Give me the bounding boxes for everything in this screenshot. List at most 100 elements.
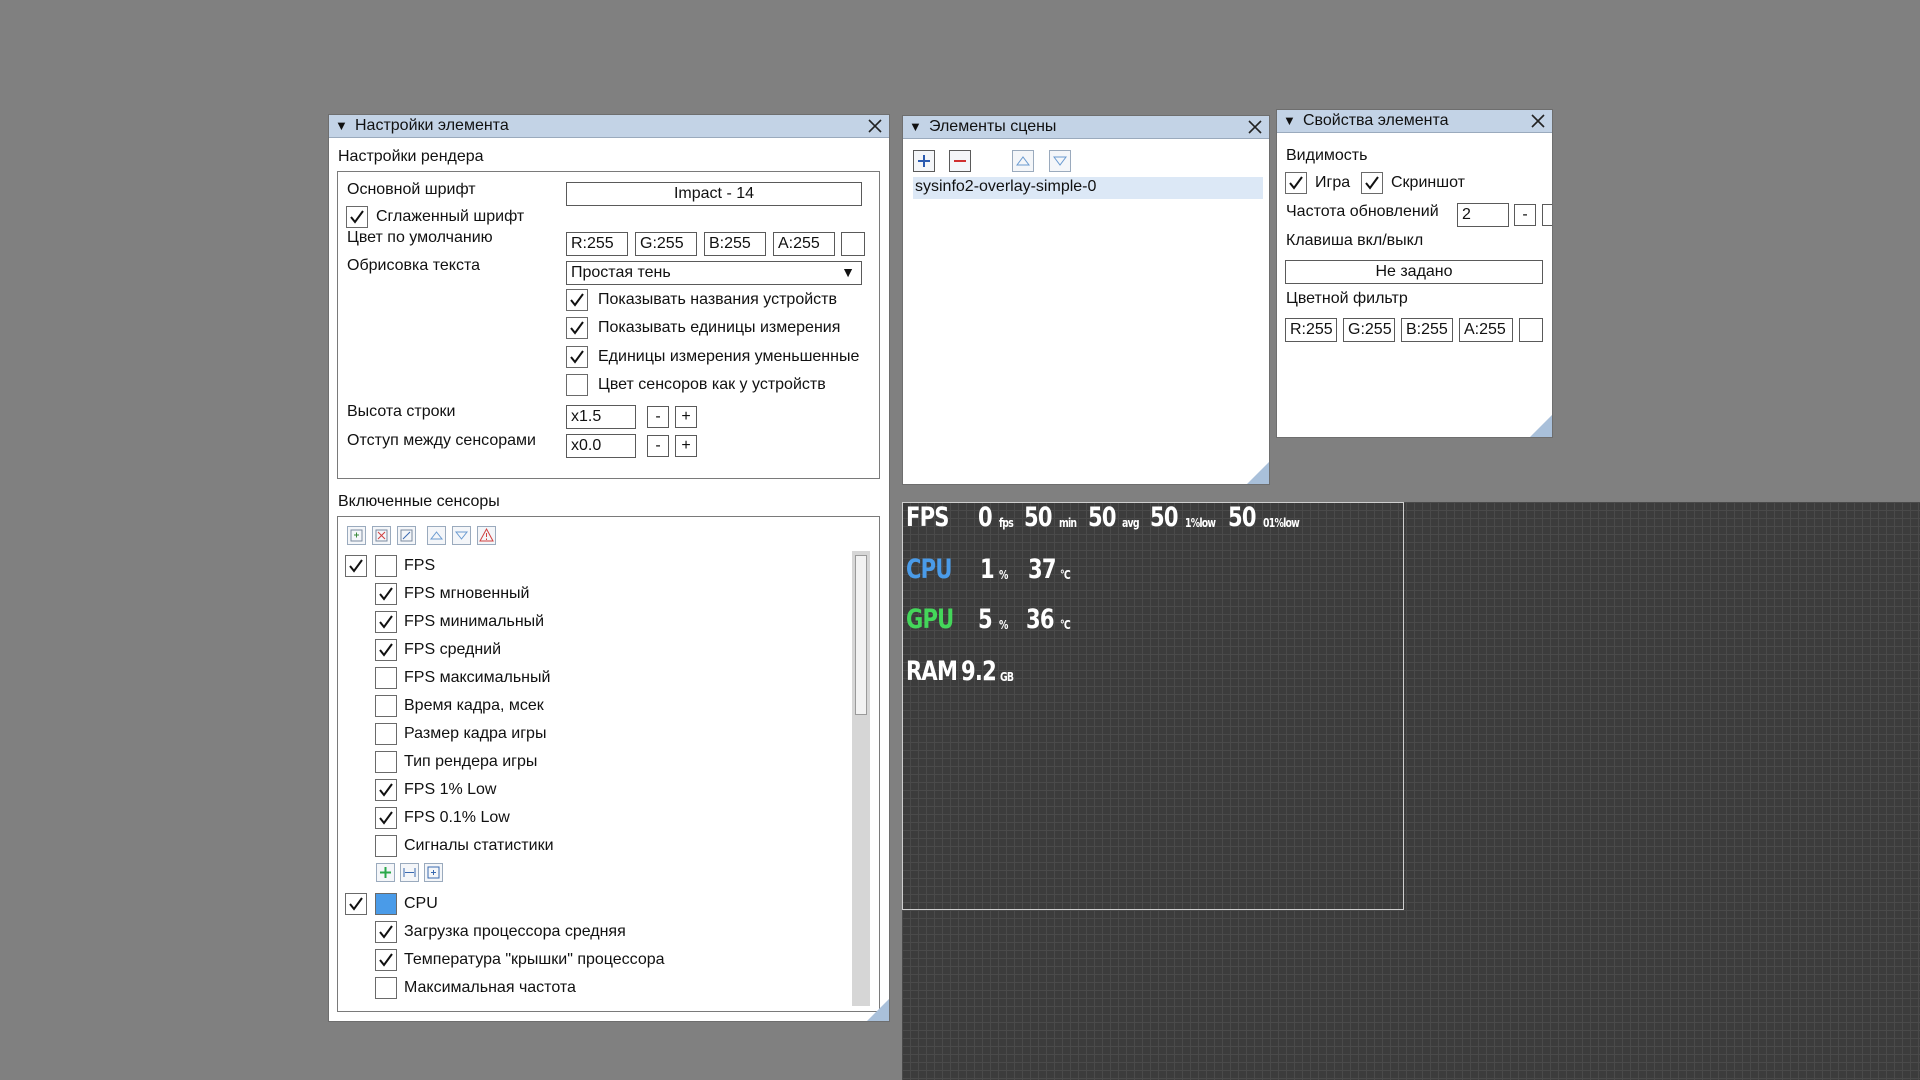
hotkey-button[interactable]: Не задано xyxy=(1285,260,1543,284)
line-height-field[interactable]: x1.5 xyxy=(566,405,636,429)
sensor-checkbox[interactable] xyxy=(375,949,397,971)
sensor-checkbox[interactable] xyxy=(375,723,397,745)
close-icon[interactable] xyxy=(1247,119,1263,135)
collapse-arrow-icon[interactable]: ▼ xyxy=(1283,110,1296,132)
overlay-ram-unit: GB xyxy=(1000,670,1014,684)
sensor-checkbox[interactable] xyxy=(375,977,397,999)
close-icon[interactable] xyxy=(867,118,883,134)
update-rate-plus-button[interactable] xyxy=(1542,204,1552,226)
show-device-names-checkbox[interactable] xyxy=(566,289,588,311)
filter-color-swatch[interactable] xyxy=(1519,318,1543,342)
sensor-label: FPS средний xyxy=(404,641,502,658)
edit-sensor-icon[interactable] xyxy=(397,526,416,545)
filter-b-field[interactable]: B:255 xyxy=(1401,318,1453,342)
fps-group-label: FPS xyxy=(404,557,436,574)
overlay-ram-value: 9.2 xyxy=(961,656,997,687)
add-element-icon[interactable] xyxy=(913,150,935,172)
width-icon[interactable] xyxy=(400,863,419,882)
sensor-label: Максимальная частота xyxy=(404,979,576,996)
resize-grip[interactable] xyxy=(867,999,889,1021)
scene-item-row[interactable]: sysinfo2-overlay-simple-0 xyxy=(913,177,1263,199)
sensor-checkbox[interactable] xyxy=(375,807,397,829)
default-color-g-field[interactable]: G:255 xyxy=(635,232,697,256)
game-visibility-checkbox[interactable] xyxy=(1285,172,1307,194)
update-rate-minus-button[interactable]: - xyxy=(1514,204,1536,226)
sensor-checkbox[interactable] xyxy=(375,667,397,689)
close-icon[interactable] xyxy=(1530,113,1546,129)
remove-element-icon[interactable] xyxy=(949,150,971,172)
element-properties-panel: ▼ Свойства элемента Видимость Игра Скрин… xyxy=(1276,109,1553,438)
move-up-icon[interactable] xyxy=(427,526,446,545)
spacing-plus-button[interactable]: + xyxy=(675,435,697,457)
overlay-fps-value: 0 xyxy=(978,502,993,533)
overlay-cpu-load: 1 xyxy=(980,554,995,585)
filter-r-field[interactable]: R:255 xyxy=(1285,318,1337,342)
sensor-label: Время кадра, мсек xyxy=(404,697,544,714)
expand-icon[interactable] xyxy=(424,863,443,882)
fps-color-swatch[interactable] xyxy=(375,555,397,577)
spacing-minus-button[interactable]: - xyxy=(647,435,669,457)
resize-grip[interactable] xyxy=(1247,462,1269,484)
collapse-arrow-icon[interactable]: ▼ xyxy=(335,115,348,137)
line-height-plus-button[interactable]: + xyxy=(675,406,697,428)
default-color-b-field[interactable]: B:255 xyxy=(704,232,766,256)
fps-group-checkbox[interactable] xyxy=(345,555,367,577)
move-down-icon[interactable] xyxy=(1049,150,1071,172)
default-color-a-field[interactable]: A:255 xyxy=(773,232,835,256)
sensor-device-color-checkbox[interactable] xyxy=(566,374,588,396)
scene-title: Элементы сцены xyxy=(929,118,1057,135)
warning-icon[interactable] xyxy=(477,526,496,545)
overlay-gpu-temp-unit: °C xyxy=(1060,618,1071,632)
show-units-checkbox[interactable] xyxy=(566,317,588,339)
overlay-fps-unit: fps xyxy=(999,516,1014,530)
filter-g-field[interactable]: G:255 xyxy=(1343,318,1395,342)
sensor-label: FPS максимальный xyxy=(404,669,551,686)
default-color-r-field[interactable]: R:255 xyxy=(566,232,628,256)
update-rate-field[interactable]: 2 xyxy=(1457,203,1509,227)
move-down-icon[interactable] xyxy=(452,526,471,545)
screenshot-visibility-checkbox[interactable] xyxy=(1361,172,1383,194)
props-titlebar[interactable]: ▼ Свойства элемента xyxy=(1277,110,1552,133)
add-sensor-icon[interactable] xyxy=(347,526,366,545)
settings-titlebar[interactable]: ▼ Настройки элемента xyxy=(329,115,889,138)
dropdown-arrow-icon: ▼ xyxy=(841,264,855,280)
line-height-minus-button[interactable]: - xyxy=(647,406,669,428)
default-color-label: Цвет по умолчанию xyxy=(347,229,493,246)
sensor-checkbox[interactable] xyxy=(375,583,397,605)
outline-dropdown-value: Простая тень xyxy=(571,264,671,281)
sensor-checkbox[interactable] xyxy=(375,921,397,943)
sensor-checkbox[interactable] xyxy=(375,835,397,857)
overlay-fps-min-value: 50 xyxy=(1024,502,1053,533)
scene-titlebar[interactable]: ▼ Элементы сцены xyxy=(903,116,1269,139)
checkmark-icon xyxy=(570,293,584,307)
cpu-group-checkbox[interactable] xyxy=(345,893,367,915)
remove-sensor-icon[interactable] xyxy=(372,526,391,545)
props-title: Свойства элемента xyxy=(1303,112,1449,129)
render-settings-group: Основной шрифт Impact - 14 Сглаженный шр… xyxy=(337,171,880,479)
checkmark-icon xyxy=(1365,176,1379,190)
sensor-checkbox[interactable] xyxy=(375,779,397,801)
sensor-checkbox[interactable] xyxy=(375,751,397,773)
move-up-icon[interactable] xyxy=(1012,150,1034,172)
small-units-checkbox[interactable] xyxy=(566,346,588,368)
collapse-arrow-icon[interactable]: ▼ xyxy=(909,116,922,138)
sensor-checkbox[interactable] xyxy=(375,611,397,633)
checkmark-icon xyxy=(379,953,393,967)
filter-a-field[interactable]: A:255 xyxy=(1459,318,1513,342)
font-select-button[interactable]: Impact - 14 xyxy=(566,182,862,206)
overlay-cpu-temp-unit: °C xyxy=(1060,568,1071,582)
checkmark-icon xyxy=(379,783,393,797)
smooth-font-checkbox[interactable] xyxy=(346,206,368,228)
sensors-scrollbar[interactable] xyxy=(852,551,870,1006)
cpu-color-swatch[interactable] xyxy=(375,893,397,915)
default-color-swatch[interactable] xyxy=(841,232,865,256)
resize-grip[interactable] xyxy=(1530,415,1552,437)
sensor-checkbox[interactable] xyxy=(375,695,397,717)
spacing-field[interactable]: x0.0 xyxy=(566,434,636,458)
outline-dropdown[interactable]: Простая тень ▼ xyxy=(566,261,862,285)
scrollbar-thumb[interactable] xyxy=(855,555,867,715)
overlay-element-frame[interactable] xyxy=(902,502,1404,910)
add-icon[interactable] xyxy=(376,863,395,882)
sensors-section-label: Включенные сенсоры xyxy=(338,493,500,510)
sensor-checkbox[interactable] xyxy=(375,639,397,661)
